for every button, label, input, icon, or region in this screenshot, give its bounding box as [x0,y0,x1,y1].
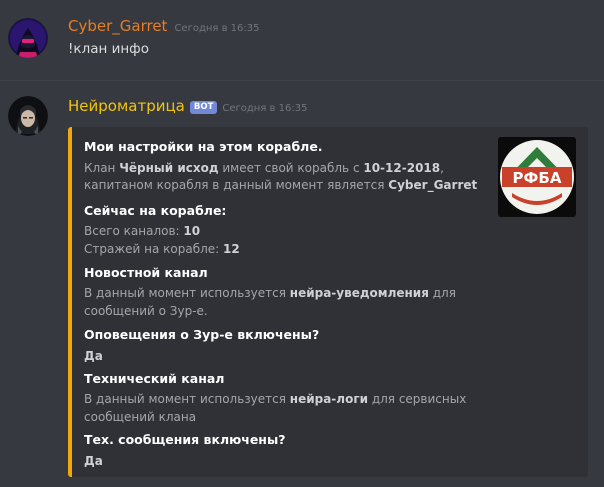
robot-girl-icon [8,96,48,136]
captain-name: Cyber_Garret [388,178,478,192]
clan-line-1: Клан Чёрный исход имеет свой корабль с 1… [84,161,444,175]
ship-date: 10-12-2018 [363,161,441,175]
rfba-logo-icon: РФБА [500,140,574,214]
message-divider [0,80,604,81]
tech-msgs-value: Да [84,454,103,468]
timestamp: Сегодня в 16:35 [222,103,308,114]
bot-tag-badge: BOT [189,101,218,114]
bot-username[interactable]: Нейроматрица [68,97,185,115]
news-line-2: сообщений о Зур-е. [84,304,208,318]
clan-name: Чёрный исход [119,161,219,175]
embed-color-bar [68,127,72,477]
embed-thumbnail[interactable]: РФБА [498,137,576,217]
news-channel-name: нейра-уведомления [289,286,429,300]
thumbnail-text: РФБА [513,169,562,187]
clan-info-embed: РФБА Мои настройки на этом корабле. Клан… [68,127,588,477]
news-line-1: В данный момент используется нейра-уведо… [84,286,456,300]
user-avatar[interactable] [8,18,48,58]
message-header: Cyber_Garret Сегодня в 16:35 [68,17,259,35]
clan-line-2: капитаном корабля в данный момент являет… [84,178,478,192]
section-news: Новостной канал [84,265,208,280]
section-tech-msgs: Тех. сообщения включены? [84,432,286,447]
tech-line-2: сообщений клана [84,410,197,424]
xur-value: Да [84,349,103,363]
embed-title: Мои настройки на этом корабле. [84,139,323,154]
section-tech: Технический канал [84,371,225,386]
message-header: Нейроматрица BOT Сегодня в 16:35 [68,97,307,116]
section-xur: Оповещения о Зур-е включены? [84,327,320,342]
channels-count: Всего каналов: 10 [84,224,201,238]
guards-count: Стражей на корабле: 12 [84,242,240,256]
tech-channel-name: нейра-логи [289,392,368,406]
tech-line-1: В данный момент используется нейра-логи … [84,392,467,406]
section-ship: Сейчас на корабле: [84,203,227,218]
hooded-figure-icon [8,18,48,58]
timestamp: Сегодня в 16:35 [174,23,260,34]
bot-avatar[interactable] [8,96,48,136]
message-text: !клан инфо [68,41,149,57]
username[interactable]: Cyber_Garret [68,17,167,35]
